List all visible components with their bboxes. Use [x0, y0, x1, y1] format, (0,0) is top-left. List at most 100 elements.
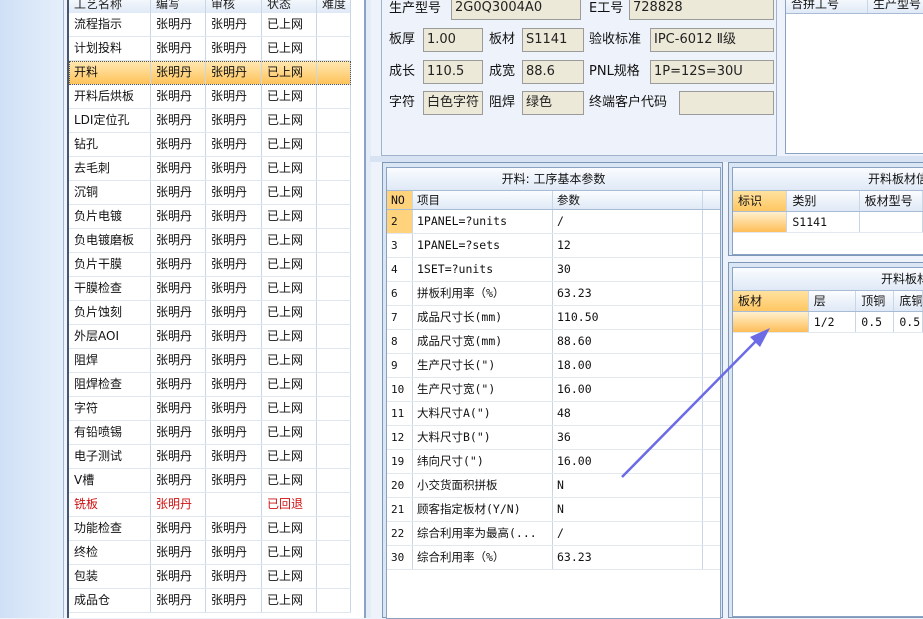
author-cell[interactable]: 张明丹 [151, 229, 206, 252]
table-row[interactable]: 包装 张明丹 张明丹 已上网 [69, 565, 351, 589]
item-cell[interactable]: 综合利用率（%） [413, 546, 553, 569]
item-cell[interactable]: 大料尺寸B(") [413, 426, 553, 449]
table-row[interactable]: 终检 张明丹 张明丹 已上网 [69, 541, 351, 565]
pnl-field[interactable]: 1P=12S=30U [650, 60, 774, 84]
status-cell[interactable]: 已上网 [262, 61, 317, 84]
table-row[interactable]: 去毛刺 张明丹 张明丹 已上网 [69, 157, 351, 181]
reviewer-cell[interactable]: 张明丹 [206, 109, 262, 132]
item-cell[interactable]: 综合利用率为最高(... [413, 522, 553, 545]
no-cell[interactable]: 11 [387, 402, 413, 425]
table-row[interactable]: 功能检查 张明丹 张明丹 已上网 [69, 517, 351, 541]
process-name-cell[interactable]: 铣板 [69, 493, 151, 516]
process-name-cell[interactable]: 流程指示 [69, 13, 151, 36]
reviewer-cell[interactable]: 张明丹 [206, 373, 262, 396]
material-column-header[interactable]: 板材 [733, 291, 809, 311]
production-model-column-header[interactable]: 生产型号 [868, 0, 923, 13]
table-row[interactable]: 6 拼板利用率（%） 63.23 [387, 282, 720, 306]
difficulty-cell[interactable] [317, 373, 351, 396]
difficulty-cell[interactable] [317, 13, 351, 36]
no-cell[interactable]: 20 [387, 474, 413, 497]
table-row[interactable]: 干膜检查 张明丹 张明丹 已上网 [69, 277, 351, 301]
width-field[interactable]: 88.6 [522, 60, 584, 84]
board-type-column-header[interactable]: 板材型号 [860, 191, 923, 211]
table-row[interactable]: 流程指示 张明丹 张明丹 已上网 [69, 13, 351, 37]
status-cell[interactable]: 已上网 [262, 349, 317, 372]
table-row[interactable]: 负片蚀刻 张明丹 张明丹 已上网 [69, 301, 351, 325]
table-row[interactable]: 钻孔 张明丹 张明丹 已上网 [69, 133, 351, 157]
item-column-header[interactable]: 项目 [413, 191, 553, 209]
table-row[interactable]: 阻焊检查 张明丹 张明丹 已上网 [69, 373, 351, 397]
author-cell[interactable]: 张明丹 [151, 85, 206, 108]
status-cell[interactable]: 已上网 [262, 421, 317, 444]
author-cell[interactable]: 张明丹 [151, 541, 206, 564]
no-cell[interactable]: 2 [387, 210, 413, 233]
no-cell[interactable]: 3 [387, 234, 413, 257]
item-cell[interactable]: 1SET=?units [413, 258, 553, 281]
no-cell[interactable]: 30 [387, 546, 413, 569]
author-cell[interactable]: 张明丹 [151, 157, 206, 180]
table-row[interactable]: V槽 张明丹 张明丹 已上网 [69, 469, 351, 493]
table-row[interactable]: 沉铜 张明丹 张明丹 已上网 [69, 181, 351, 205]
status-cell[interactable]: 已上网 [262, 469, 317, 492]
reviewer-cell[interactable]: 张明丹 [206, 301, 262, 324]
status-cell[interactable]: 已上网 [262, 37, 317, 60]
solder-mask-field[interactable]: 绿色 [522, 91, 584, 115]
table-row[interactable]: 铣板 张明丹 已回退 [69, 493, 351, 517]
process-name-cell[interactable]: 负电镀磨板 [69, 229, 151, 252]
author-cell[interactable]: 张明丹 [151, 253, 206, 276]
process-name-cell[interactable]: 字符 [69, 397, 151, 420]
status-cell[interactable]: 已上网 [262, 325, 317, 348]
merge-job-column-header[interactable]: 合拼工号 [786, 0, 868, 13]
value-cell[interactable]: 16.00 [553, 378, 703, 401]
table-row[interactable]: 8 成品尺寸宽(mm) 88.60 [387, 330, 720, 354]
reviewer-cell[interactable]: 张明丹 [206, 541, 262, 564]
difficulty-cell[interactable] [317, 421, 351, 444]
acceptance-field[interactable]: IPC-6012 Ⅱ级 [650, 28, 774, 52]
reviewer-cell[interactable]: 张明丹 [206, 325, 262, 348]
difficulty-cell[interactable] [317, 229, 351, 252]
status-cell[interactable]: 已上网 [262, 541, 317, 564]
value-cell[interactable]: 18.00 [553, 354, 703, 377]
difficulty-cell[interactable] [317, 493, 351, 516]
status-cell[interactable]: 已上网 [262, 85, 317, 108]
author-cell[interactable]: 张明丹 [151, 181, 206, 204]
process-name-cell[interactable]: V槽 [69, 469, 151, 492]
table-row[interactable]: S1141 [733, 212, 923, 233]
table-row[interactable]: 负电镀磨板 张明丹 张明丹 已上网 [69, 229, 351, 253]
status-column-header[interactable]: 状态 [262, 0, 317, 13]
author-cell[interactable]: 张明丹 [151, 37, 206, 60]
category-cell[interactable]: S1141 [787, 212, 860, 232]
value-cell[interactable]: 88.60 [553, 330, 703, 353]
value-cell[interactable]: 63.23 [553, 282, 703, 305]
reviewer-cell[interactable]: 张明丹 [206, 61, 262, 84]
value-cell[interactable]: 36 [553, 426, 703, 449]
reviewer-cell[interactable]: 张明丹 [206, 13, 262, 36]
item-cell[interactable]: 1PANEL=?units [413, 210, 553, 233]
value-column-header[interactable]: 参数 [553, 191, 703, 209]
status-cell[interactable]: 已上网 [262, 253, 317, 276]
item-cell[interactable]: 拼板利用率（%） [413, 282, 553, 305]
difficulty-cell[interactable] [317, 325, 351, 348]
table-row[interactable]: 开料后烘板 张明丹 张明丹 已上网 [69, 85, 351, 109]
difficulty-cell[interactable] [317, 517, 351, 540]
item-cell[interactable]: 成品尺寸宽(mm) [413, 330, 553, 353]
reviewer-cell[interactable]: 张明丹 [206, 445, 262, 468]
table-row[interactable]: 字符 张明丹 张明丹 已上网 [69, 397, 351, 421]
author-cell[interactable]: 张明丹 [151, 205, 206, 228]
process-name-cell[interactable]: 开料后烘板 [69, 85, 151, 108]
value-cell[interactable]: N [553, 498, 703, 521]
no-cell[interactable]: 12 [387, 426, 413, 449]
reviewer-cell[interactable]: 张明丹 [206, 277, 262, 300]
status-cell[interactable]: 已上网 [262, 373, 317, 396]
process-name-cell[interactable]: 计划投料 [69, 37, 151, 60]
value-cell[interactable]: 30 [553, 258, 703, 281]
production-model-field[interactable]: 2G0Q3004A0 [451, 0, 581, 20]
reviewer-cell[interactable]: 张明丹 [206, 469, 262, 492]
author-cell[interactable]: 张明丹 [151, 589, 206, 612]
process-name-cell[interactable]: 开料 [69, 61, 151, 84]
author-cell[interactable]: 张明丹 [151, 421, 206, 444]
status-cell[interactable]: 已回退 [262, 493, 317, 516]
author-cell[interactable]: 张明丹 [151, 109, 206, 132]
value-cell[interactable]: 48 [553, 402, 703, 425]
table-row[interactable]: 阻焊 张明丹 张明丹 已上网 [69, 349, 351, 373]
